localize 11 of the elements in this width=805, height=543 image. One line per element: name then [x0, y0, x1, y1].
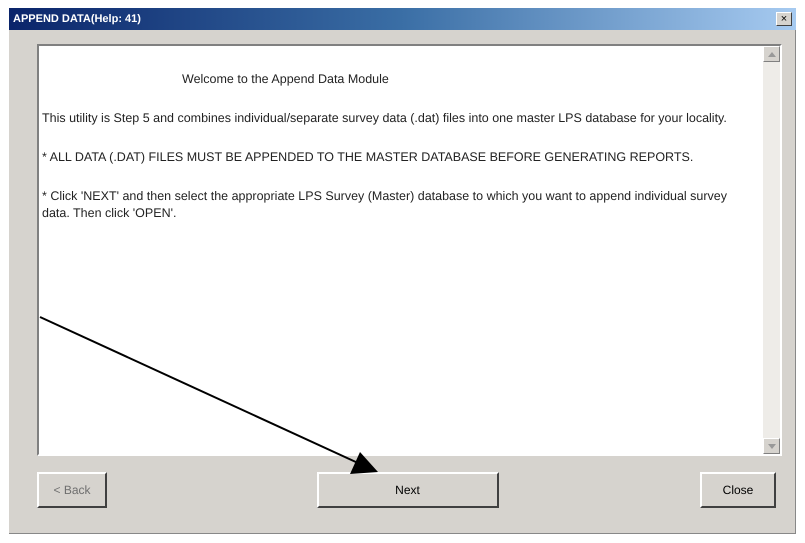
dialog-button[interactable]: Close — [700, 472, 776, 508]
scroll-down-icon[interactable] — [763, 438, 780, 454]
scroll-up-icon[interactable] — [763, 46, 780, 62]
window-title: APPEND DATA(Help: 41) — [13, 13, 141, 25]
scrollbar[interactable] — [763, 46, 780, 454]
paragraph: * ALL DATA (.DAT) FILES MUST BE APPENDED TO THE MASTER DATABASE BEFORE GENERATING REPORTS. — [42, 149, 694, 166]
welcome-heading: Welcome to the Append Data Module — [182, 72, 390, 86]
paragraph: This utility is Step 5 and combines individual/separate survey data (.dat) files into one master LPS database for your locality. — [42, 110, 728, 127]
paragraph: * Click 'NEXT' and then select the appropriate LPS Survey (Master) database to which you want to append individual survey data. Then click 'OPEN'. — [42, 188, 728, 222]
close-button[interactable]: × — [776, 12, 792, 26]
dialog-button[interactable]: Next — [316, 472, 498, 508]
